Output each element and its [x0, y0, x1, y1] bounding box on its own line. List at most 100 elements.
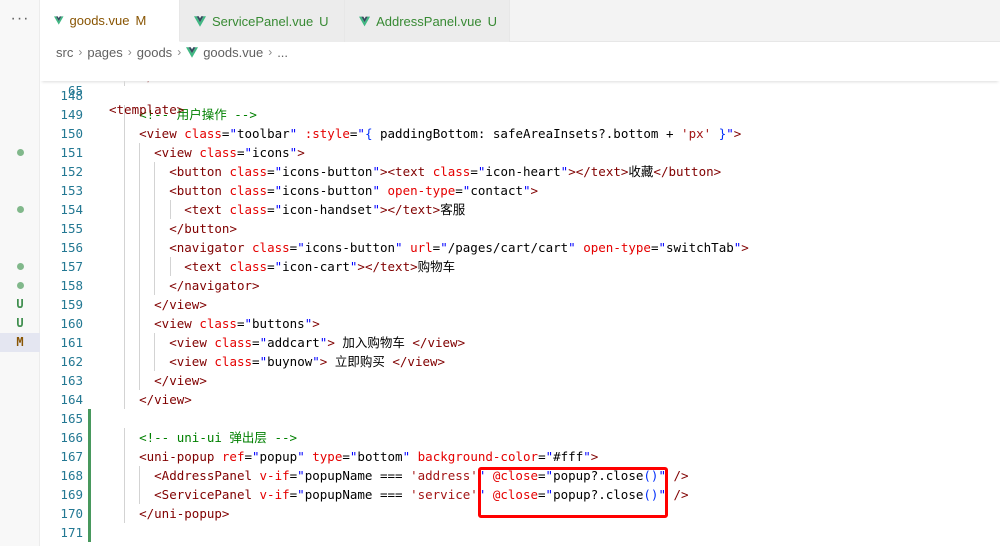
code-line[interactable]: 170 </uni-popup> [40, 504, 1000, 523]
chevron-right-icon: › [78, 45, 83, 59]
breadcrumb-more[interactable]: ... [277, 45, 288, 60]
code-line[interactable]: 159 </view> [40, 295, 1000, 314]
line-number: 168 [60, 468, 83, 483]
added-line-marker[interactable] [88, 504, 91, 523]
scm-status-letter: U [16, 297, 24, 311]
line-number: 155 [60, 221, 83, 236]
line-number: 169 [60, 487, 83, 502]
code-line[interactable]: 171 [40, 523, 1000, 542]
breadcrumb-item-src[interactable]: src [56, 45, 73, 60]
tab-servicepanel-vue[interactable]: ServicePanel.vue U [180, 0, 345, 42]
code-line[interactable]: 155 </button> [40, 219, 1000, 238]
code-text: <text class="icon-handset"></text>客服 [184, 202, 466, 217]
vue-file-icon [194, 15, 206, 27]
scm-dot-icon [16, 206, 24, 213]
code-text: </view> [154, 373, 207, 388]
code-line[interactable]: 160 <view class="buttons"> [40, 314, 1000, 333]
code-line[interactable]: 162 <view class="buynow"> 立即购买 </view> [40, 352, 1000, 371]
code-line[interactable]: 163 </view> [40, 371, 1000, 390]
chevron-right-icon: › [127, 45, 132, 59]
code-text: <navigator class="icons-button" url="/pa… [169, 240, 749, 255]
code-text: <text class="icon-cart"></text>购物车 [184, 259, 456, 274]
line-number: 160 [60, 316, 83, 331]
scm-status-marker[interactable]: M [0, 333, 40, 352]
code-line[interactable]: 168 <AddressPanel v-if="popupName === 'a… [40, 466, 1000, 485]
tab-addresspanel-vue[interactable]: AddressPanel.vue U [345, 0, 510, 42]
code-editor[interactable]: 65 <template> 147 </scroll-view>148149 <… [40, 62, 1000, 546]
scm-dot-marker[interactable] [0, 276, 40, 295]
code-text: <uni-popup ref="popup" type="bottom" bac… [139, 449, 599, 464]
tab-label: ServicePanel.vue [212, 13, 314, 29]
code-line[interactable]: 150 <view class="toolbar" :style="{ padd… [40, 124, 1000, 143]
breadcrumb-file[interactable]: goods.vue [186, 45, 263, 60]
sticky-code: <template> [109, 102, 185, 117]
sticky-scroll-line[interactable]: 65 <template> [40, 62, 1000, 117]
code-text: <!-- uni-ui 弹出层 --> [139, 430, 298, 445]
scm-dot-icon [16, 282, 24, 289]
code-line[interactable]: 158 </navigator> [40, 276, 1000, 295]
code-text: <ServicePanel v-if="popupName === 'servi… [154, 487, 689, 502]
breadcrumb-file-label: goods.vue [203, 44, 264, 60]
code-line[interactable]: 156 <navigator class="icons-button" url=… [40, 238, 1000, 257]
line-number: 161 [60, 335, 83, 350]
line-number: 156 [60, 240, 83, 255]
editor-tab-bar: goods.vueM×ServicePanel.vueUAddressPanel… [40, 0, 1000, 42]
added-line-marker[interactable] [88, 409, 91, 428]
tab-label: AddressPanel.vue [376, 13, 482, 29]
scm-dot-marker[interactable] [0, 143, 40, 162]
line-number: 165 [60, 411, 83, 426]
line-number: 171 [60, 525, 83, 540]
tab-goods-vue[interactable]: goods.vueM× [40, 0, 180, 42]
breadcrumb: src › pages › goods › goods.vue ›... [40, 42, 1000, 62]
scm-dot-marker[interactable] [0, 200, 40, 219]
scm-status-letter: U [16, 316, 24, 330]
line-number: 170 [60, 506, 83, 521]
code-text: <view class="addcart"> 加入购物车 </view> [169, 335, 466, 350]
chevron-right-icon: › [268, 45, 273, 59]
scm-dot-marker[interactable] [0, 257, 40, 276]
chevron-right-icon: › [177, 45, 182, 59]
line-number: 159 [60, 297, 83, 312]
code-line[interactable]: 166 <!-- uni-ui 弹出层 --> [40, 428, 1000, 447]
line-number: 65 [67, 83, 83, 98]
added-line-marker[interactable] [88, 428, 91, 447]
tab-status-badge: U [487, 13, 497, 29]
code-text: </navigator> [169, 278, 260, 293]
added-line-marker[interactable] [88, 485, 91, 504]
code-line[interactable]: 169 <ServicePanel v-if="popupName === 's… [40, 485, 1000, 504]
scm-status-letter: M [16, 335, 24, 349]
added-line-marker[interactable] [88, 447, 91, 466]
scm-status-marker[interactable]: U [0, 295, 40, 314]
code-line[interactable]: 153 <button class="icons-button" open-ty… [40, 181, 1000, 200]
vue-file-icon [186, 46, 199, 58]
code-text: </button> [169, 221, 237, 236]
code-text: </view> [139, 392, 192, 407]
line-number: 154 [60, 202, 83, 217]
line-number: 158 [60, 278, 83, 293]
added-line-marker[interactable] [88, 466, 91, 485]
scm-status-marker[interactable]: U [0, 314, 40, 333]
code-line[interactable]: 164 </view> [40, 390, 1000, 409]
line-number: 167 [60, 449, 83, 464]
tab-label: goods.vue [69, 13, 130, 28]
code-text: <view class="buttons"> [154, 316, 320, 331]
code-line[interactable]: 167 <uni-popup ref="popup" type="bottom"… [40, 447, 1000, 466]
code-line[interactable]: 161 <view class="addcart"> 加入购物车 </view> [40, 333, 1000, 352]
code-line[interactable]: 152 <button class="icons-button"><text c… [40, 162, 1000, 181]
code-line[interactable]: 157 <text class="icon-cart"></text>购物车 [40, 257, 1000, 276]
scm-dot-icon [16, 263, 24, 270]
vue-file-icon [359, 16, 371, 26]
line-number: 157 [60, 259, 83, 274]
more-actions-icon[interactable]: ··· [9, 10, 31, 32]
code-line[interactable]: 165 [40, 409, 1000, 428]
scm-dot-icon [16, 149, 24, 156]
vue-file-icon [54, 16, 64, 25]
code-text: <button class="icons-button"><text class… [169, 164, 722, 179]
breadcrumb-item-pages[interactable]: pages [87, 45, 122, 60]
code-line[interactable]: 154 <text class="icon-handset"></text>客服 [40, 200, 1000, 219]
breadcrumb-item-goods[interactable]: goods [137, 45, 172, 60]
code-text: <view class="buynow"> 立即购买 </view> [169, 354, 446, 369]
added-line-marker[interactable] [88, 523, 91, 542]
code-line[interactable]: 151 <view class="icons"> [40, 143, 1000, 162]
code-text: <view class="icons"> [154, 145, 305, 160]
